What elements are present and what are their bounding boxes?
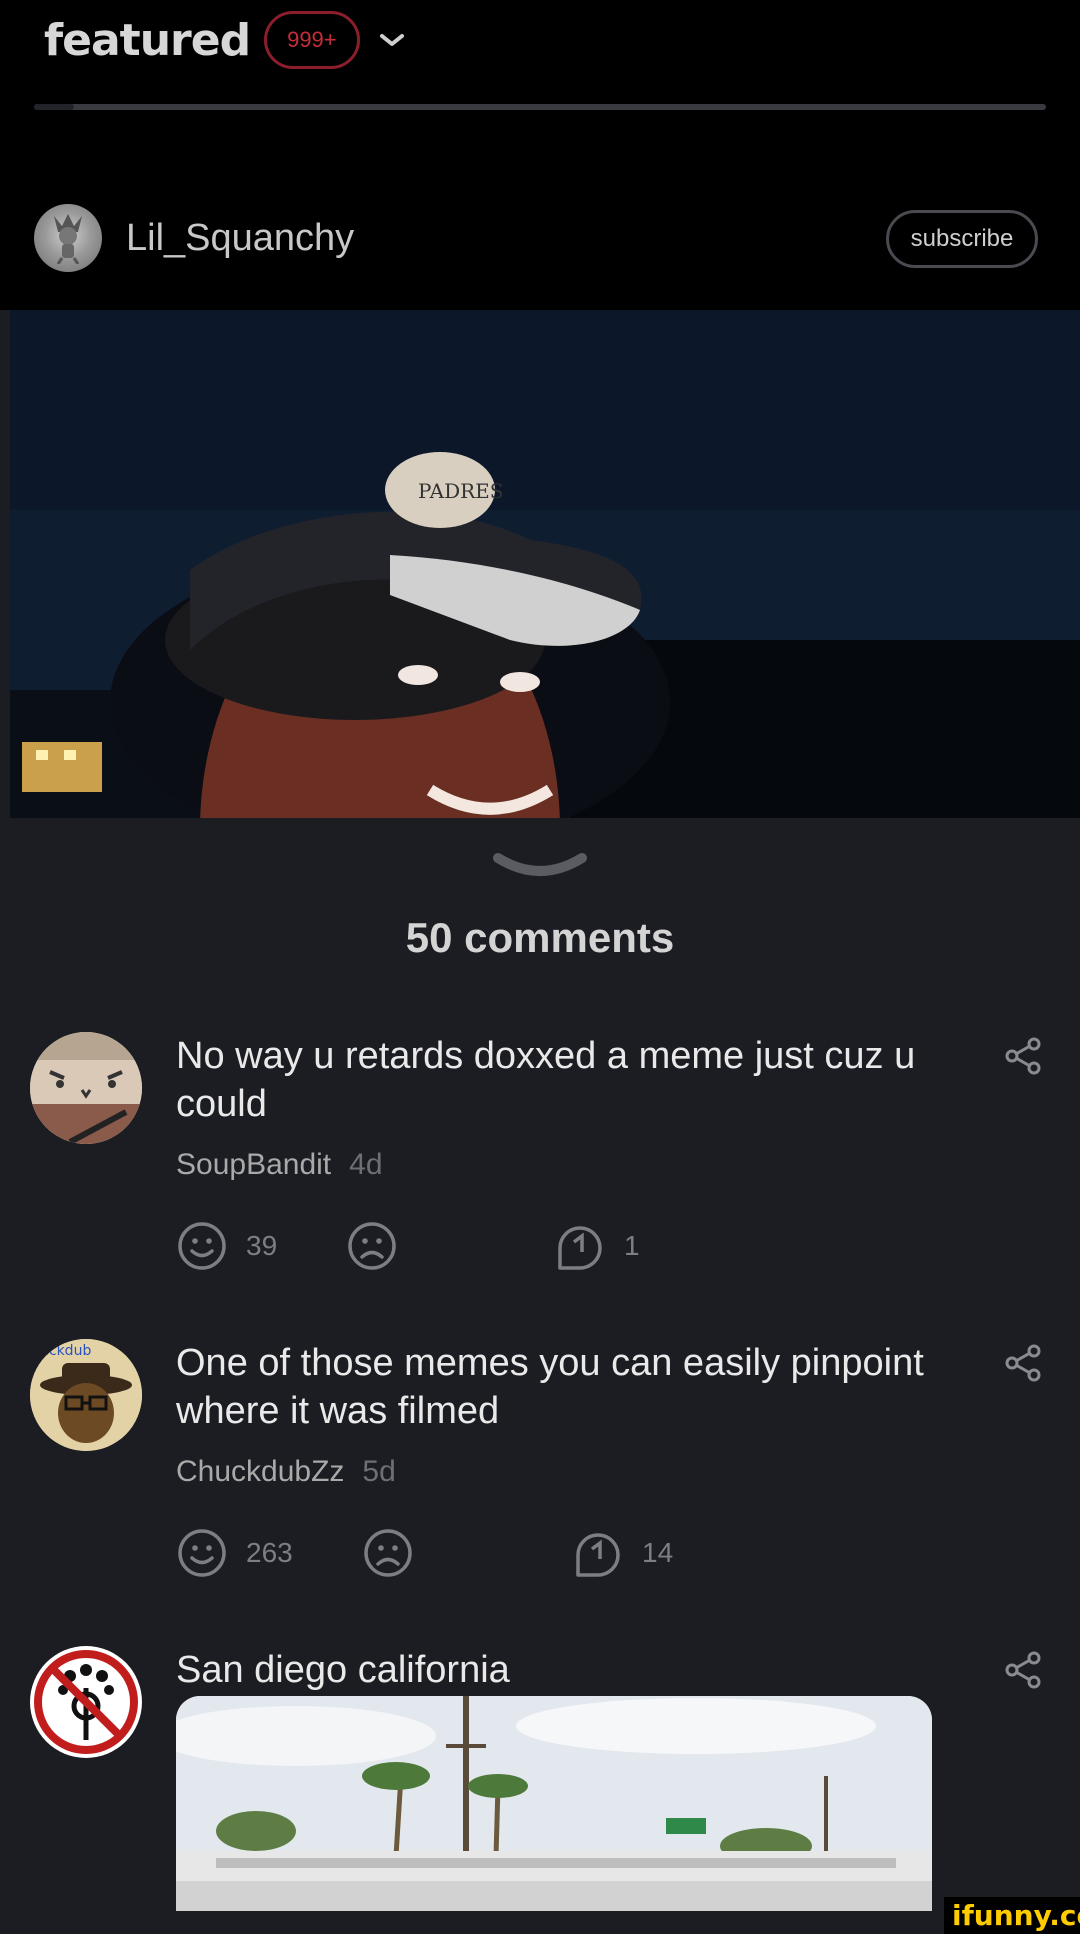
hat-character-avatar-icon: uckdub [30, 1339, 142, 1451]
comment-author[interactable]: ChuckdubZz [176, 1455, 344, 1488]
squanchy-avatar-icon [54, 214, 82, 264]
no-paw-avatar-icon [32, 1648, 140, 1756]
comment-meta: SoupBandit 4d [176, 1148, 383, 1182]
avatar[interactable] [30, 1032, 142, 1144]
smile-action[interactable]: 263 [176, 1527, 293, 1579]
chevron-down-icon[interactable] [378, 30, 406, 50]
top-bar: featured 999+ Lil_Squanchy subscribe [0, 0, 1080, 310]
notification-badge[interactable]: 999+ [264, 11, 360, 69]
subscribe-button[interactable]: subscribe [886, 210, 1038, 268]
reply-icon[interactable] [572, 1527, 624, 1579]
post-author[interactable]: Lil_Squanchy [34, 204, 354, 272]
reply-icon[interactable] [554, 1220, 606, 1272]
avatar[interactable] [30, 1646, 142, 1758]
comment-image[interactable] [176, 1696, 932, 1911]
svg-text:PADRES: PADRES [418, 479, 503, 503]
share-icon[interactable] [1004, 1036, 1042, 1076]
comment-text: One of those memes you can easily pinpoi… [176, 1342, 924, 1432]
reply-count: 14 [642, 1537, 674, 1568]
post-image[interactable]: PADRES [10, 310, 1080, 818]
unsmile-action[interactable] [346, 1220, 398, 1272]
smile-count: 263 [246, 1537, 293, 1568]
feed-progress-fill [34, 104, 75, 110]
share-icon[interactable] [1004, 1343, 1042, 1383]
comment-text: No way u retards doxxed a meme just cuz … [176, 1035, 916, 1125]
comments-count: 50 comments [405, 914, 675, 961]
comment-time: 5d [362, 1455, 396, 1488]
reply-action[interactable]: 1 [554, 1220, 640, 1272]
watermark: ifunny.co [944, 1897, 1080, 1934]
collapse-chevron-icon[interactable] [490, 848, 590, 882]
frown-icon[interactable] [346, 1220, 398, 1272]
smile-action[interactable]: 39 [176, 1220, 277, 1272]
feed-progress-bar [34, 104, 1046, 110]
comment-actions: 263 14 [176, 1527, 776, 1583]
comment-actions: 39 1 [176, 1220, 776, 1276]
unsmile-action[interactable] [362, 1527, 414, 1579]
smile-icon[interactable] [176, 1220, 228, 1272]
feed-title[interactable]: featured [44, 15, 251, 66]
share-icon[interactable] [1004, 1650, 1042, 1690]
feed-selector[interactable]: featured 999+ [44, 8, 406, 72]
comment-time: 4d [349, 1148, 383, 1181]
author-name[interactable]: Lil_Squanchy [126, 217, 354, 260]
comment-author[interactable]: SoupBandit [176, 1148, 331, 1181]
smile-icon[interactable] [176, 1527, 228, 1579]
cat-avatar-icon [30, 1032, 142, 1144]
reply-action[interactable]: 14 [572, 1527, 673, 1579]
avatar[interactable]: uckdub [30, 1339, 142, 1451]
smile-count: 39 [246, 1230, 278, 1261]
post-photo: PADRES [10, 310, 1080, 818]
frown-icon[interactable] [362, 1527, 414, 1579]
avatar[interactable] [34, 204, 102, 272]
avatar-text: uckdub [40, 1343, 91, 1359]
reply-count: 1 [624, 1230, 640, 1261]
comment-meta: ChuckdubZz 5d [176, 1455, 396, 1489]
comment-text: San diego california [176, 1649, 510, 1691]
street-photo [176, 1696, 932, 1911]
